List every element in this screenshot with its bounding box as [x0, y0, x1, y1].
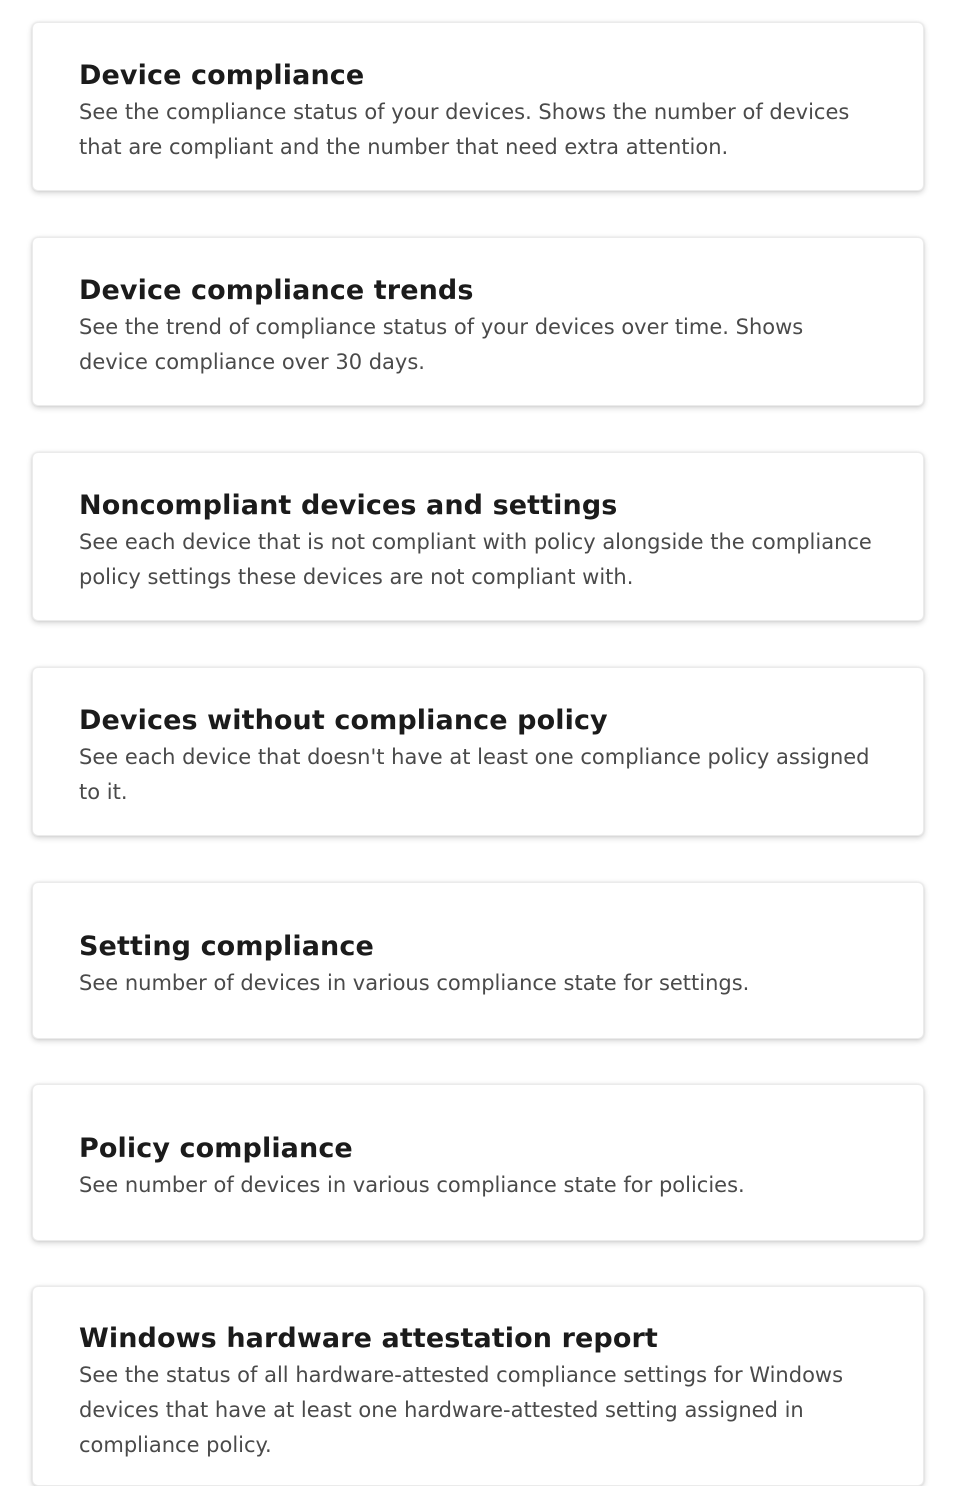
report-card-description: See the status of all hardware-attested …: [79, 1363, 844, 1457]
report-card-setting-compliance[interactable]: Setting compliance See number of devices…: [32, 882, 924, 1039]
report-card-title: Policy compliance: [79, 1133, 353, 1164]
report-card-title: Setting compliance: [79, 931, 374, 962]
report-card-title: Devices without compliance policy: [79, 705, 608, 736]
report-card-title: Device compliance: [79, 60, 365, 91]
report-card-title: Windows hardware attestation report: [79, 1323, 658, 1354]
report-card-description: See each device that is not compliant wi…: [79, 530, 872, 589]
report-card-noncompliant-devices-and-settings[interactable]: Noncompliant devices and settings See ea…: [32, 452, 924, 621]
report-card-devices-without-compliance-policy[interactable]: Devices without compliance policy See ea…: [32, 667, 924, 836]
report-card-title: Noncompliant devices and settings: [79, 490, 618, 521]
report-card-device-compliance-trends[interactable]: Device compliance trends See the trend o…: [32, 237, 924, 406]
report-card-description: See the trend of compliance status of yo…: [79, 315, 804, 374]
report-card-description: See number of devices in various complia…: [79, 971, 750, 995]
report-card-windows-hardware-attestation-report[interactable]: Windows hardware attestation report See …: [32, 1286, 924, 1486]
report-card-title: Device compliance trends: [79, 275, 474, 306]
report-card-description: See number of devices in various complia…: [79, 1173, 745, 1197]
report-card-description: See each device that doesn't have at lea…: [79, 745, 870, 804]
report-card-device-compliance[interactable]: Device compliance See the compliance sta…: [32, 22, 924, 191]
report-card-policy-compliance[interactable]: Policy compliance See number of devices …: [32, 1084, 924, 1241]
report-card-description: See the compliance status of your device…: [79, 100, 850, 159]
